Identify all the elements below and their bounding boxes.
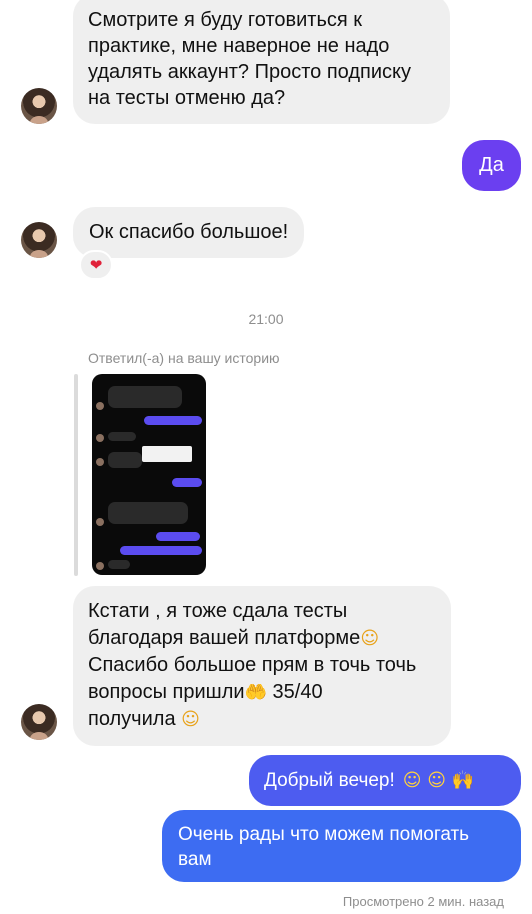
replied-to-story-label: Ответил(-а) на вашу историю — [88, 350, 280, 366]
time-divider: 21:00 — [248, 311, 284, 327]
story-avatar — [96, 402, 104, 410]
story-msg — [108, 452, 142, 468]
smiling-face-icon: ☺ — [181, 709, 200, 730]
story-preview[interactable] — [92, 374, 206, 575]
incoming-message-3[interactable]: Ок спасибо большое! — [73, 207, 305, 258]
story-msg — [142, 446, 192, 462]
story-avatar — [96, 458, 104, 466]
message-text: Ок спасибо большое! — [89, 221, 289, 243]
story-msg — [108, 432, 136, 441]
incoming-message-4[interactable]: Кстати , я тоже сдала тесты благодаря ва… — [73, 586, 451, 746]
heart-reaction[interactable]: ❤ — [79, 250, 113, 280]
seen-status: Просмотрено 2 мин. назад — [342, 894, 504, 909]
incoming-message-1[interactable]: Смотрите я буду готовиться к практике, м… — [73, 0, 450, 124]
story-msg — [120, 546, 202, 555]
message-line: получила ☺ — [88, 708, 200, 730]
story-msg — [144, 416, 202, 425]
story-msg — [108, 502, 188, 524]
story-avatar — [96, 562, 104, 570]
message-line: Спасибо большое прям в точь точь — [88, 654, 417, 676]
avatar[interactable] — [21, 88, 57, 124]
story-msg — [108, 386, 182, 408]
avatar[interactable] — [21, 704, 57, 740]
message-text: Да — [479, 154, 504, 176]
heart-hands-icon: 🤲 — [244, 681, 267, 703]
heart-emoji-icon: ❤ — [89, 257, 103, 274]
outgoing-message-5[interactable]: Добрый вечер! ☺ ☺ 🙌 — [249, 755, 521, 806]
story-msg — [108, 560, 130, 569]
story-avatar — [96, 434, 104, 442]
story-msg — [156, 532, 200, 541]
message-line: на тесты отменю да? — [88, 87, 286, 109]
message-line: Кстати , я тоже сдала тесты — [88, 600, 348, 622]
message-line: вам — [178, 849, 212, 870]
story-avatar — [96, 518, 104, 526]
message-line: Очень рады что можем помогать — [178, 824, 470, 845]
emoji-group-icon: ☺ ☺ 🙌 — [402, 770, 475, 791]
message-line: практике, мне наверное не надо — [88, 35, 390, 57]
message-line: удалять аккаунт? Просто подписку — [88, 61, 412, 83]
avatar[interactable] — [21, 222, 57, 258]
reply-quote-bar — [74, 374, 78, 576]
message-line: вопросы пришли🤲 35/40 — [88, 680, 323, 703]
story-msg — [172, 478, 202, 487]
message-line: Смотрите я буду готовиться к — [88, 9, 363, 31]
message-text: Добрый вечер! — [264, 770, 395, 791]
outgoing-message-6[interactable]: Очень рады что можем помогать вам — [162, 810, 521, 882]
relieved-face-icon: ☺ — [360, 627, 380, 649]
outgoing-message-da[interactable]: Да — [462, 140, 521, 191]
message-line: благодаря вашей платформе☺ — [88, 626, 380, 649]
